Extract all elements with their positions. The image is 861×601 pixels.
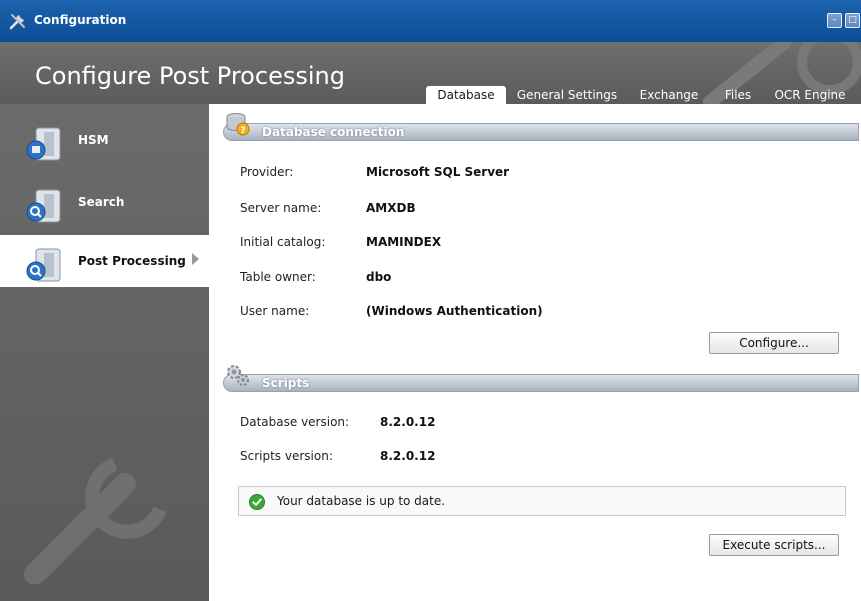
scripts-version-value: 8.2.0.12 bbox=[380, 449, 436, 463]
initial-catalog-label: Initial catalog: bbox=[240, 235, 326, 249]
database-search-icon bbox=[26, 189, 61, 223]
database-warning-icon: ? bbox=[226, 113, 250, 136]
wrench-decoration-icon bbox=[24, 457, 167, 584]
sidebar-item-post-processing[interactable]: Post Processing bbox=[0, 235, 209, 287]
user-name-label: User name: bbox=[240, 304, 310, 318]
chevron-right-icon bbox=[192, 253, 199, 265]
sidebar-item-label: Search bbox=[78, 195, 125, 209]
initial-catalog-value: MAMINDEX bbox=[366, 235, 442, 249]
sidebar-item-search[interactable]: Search bbox=[0, 176, 209, 228]
status-message-box: Your database is up to date. bbox=[238, 486, 846, 516]
database-server-icon bbox=[26, 127, 61, 161]
tab-files[interactable]: Files bbox=[715, 86, 761, 106]
scripts-version-label: Scripts version: bbox=[240, 449, 333, 463]
server-name-label: Server name: bbox=[240, 201, 322, 215]
title-bar: Configuration – □ ✕ bbox=[0, 0, 861, 42]
svg-text:?: ? bbox=[240, 126, 245, 136]
window-title: Configuration bbox=[34, 13, 127, 27]
database-version-value: 8.2.0.12 bbox=[380, 415, 436, 429]
tab-exchange[interactable]: Exchange bbox=[630, 86, 708, 106]
sidebar-item-hsm[interactable]: HSM bbox=[0, 114, 209, 166]
section-title: Database connection bbox=[262, 125, 405, 139]
server-name-value: AMXDB bbox=[366, 201, 416, 215]
execute-scripts-button[interactable]: Execute scripts... bbox=[709, 534, 839, 556]
section-header-database-connection: Database connection bbox=[223, 123, 859, 141]
sidebar: HSM Search Post Processing bbox=[0, 104, 209, 601]
user-name-value: (Windows Authentication) bbox=[366, 304, 543, 318]
tab-database[interactable]: Database bbox=[426, 86, 506, 106]
database-version-label: Database version: bbox=[240, 415, 350, 429]
checkmark-icon bbox=[249, 494, 265, 510]
configure-button[interactable]: Configure... bbox=[709, 332, 839, 354]
section-header-scripts: Scripts bbox=[223, 374, 859, 392]
tab-general-settings[interactable]: General Settings bbox=[511, 86, 623, 106]
database-search-icon bbox=[26, 248, 61, 282]
page-title: Configure Post Processing bbox=[35, 62, 345, 90]
provider-label: Provider: bbox=[240, 165, 294, 179]
sidebar-item-label: Post Processing bbox=[78, 254, 186, 268]
sidebar-item-label: HSM bbox=[78, 133, 109, 147]
table-owner-value: dbo bbox=[366, 270, 392, 284]
gears-icon bbox=[227, 365, 249, 386]
status-message: Your database is up to date. bbox=[277, 494, 446, 508]
provider-value: Microsoft SQL Server bbox=[366, 165, 510, 179]
minimize-button[interactable]: – bbox=[827, 13, 842, 28]
maximize-button[interactable]: □ bbox=[845, 13, 860, 28]
tools-icon bbox=[9, 14, 25, 30]
content-panel: Database connection ? Provider: Microsof… bbox=[209, 104, 861, 601]
section-title: Scripts bbox=[262, 376, 310, 390]
tab-ocr-engine[interactable]: OCR Engine bbox=[765, 86, 855, 106]
table-owner-label: Table owner: bbox=[240, 270, 316, 284]
